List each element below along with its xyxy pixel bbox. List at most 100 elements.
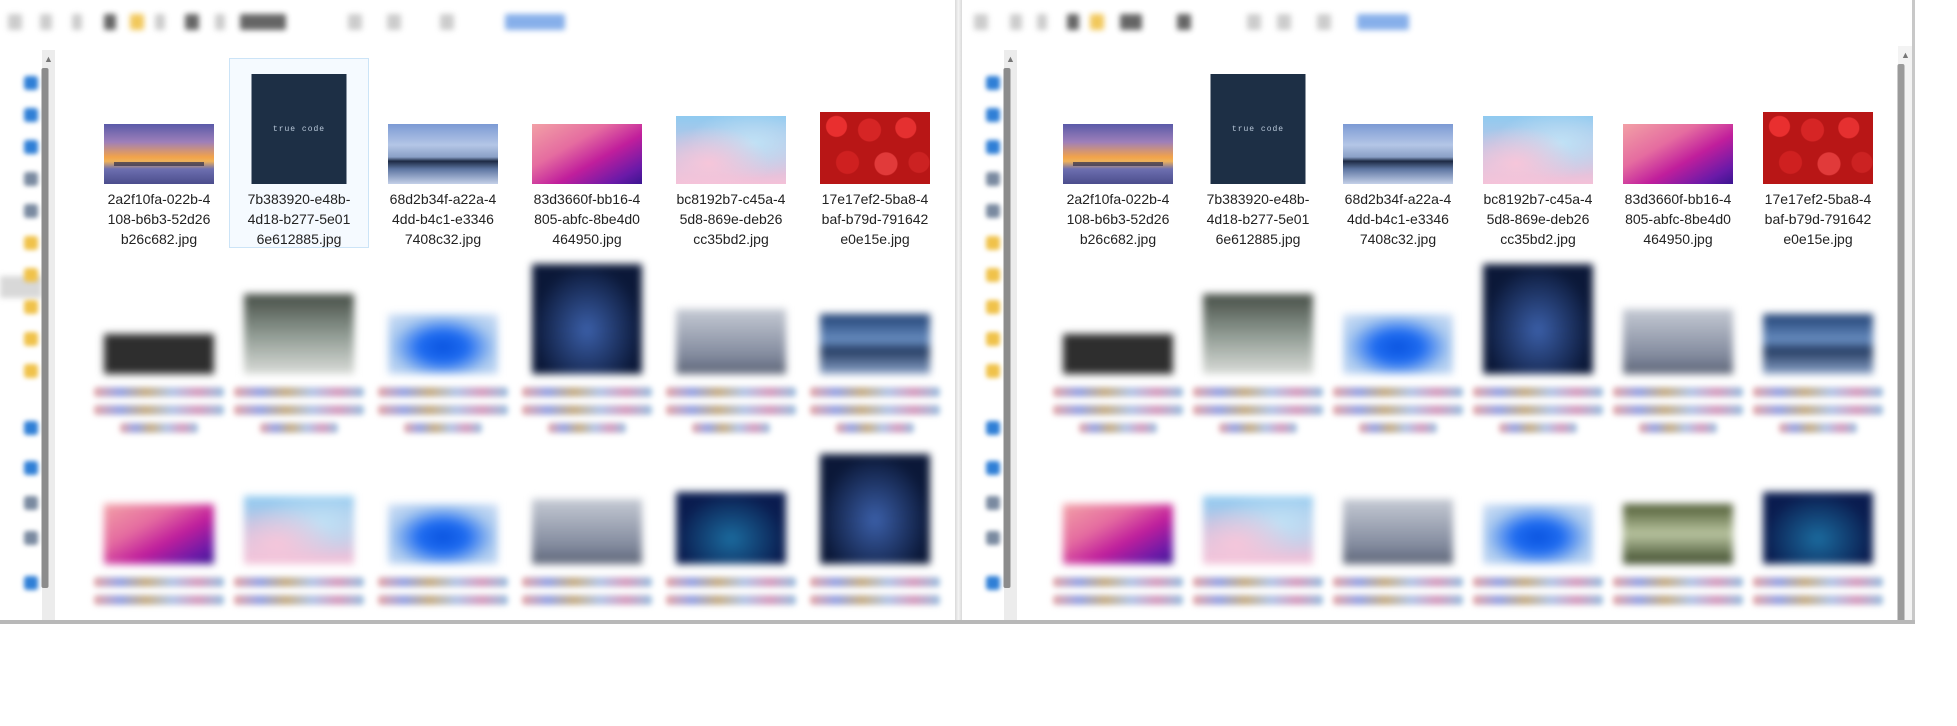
this-pc-icon[interactable] bbox=[986, 461, 1000, 475]
breadcrumb[interactable] bbox=[240, 14, 286, 30]
file-item[interactable]: 17e17ef2-5ba8-4 baf-b79d-791642 e0e15e.j… bbox=[1748, 58, 1888, 248]
desktop-icon[interactable] bbox=[24, 108, 38, 122]
refresh-icon[interactable] bbox=[1277, 14, 1291, 30]
documents-icon[interactable] bbox=[24, 172, 38, 186]
up-icon[interactable] bbox=[1037, 14, 1047, 30]
file-item-blurred[interactable] bbox=[373, 438, 513, 623]
download-icon[interactable] bbox=[24, 140, 38, 154]
breadcrumb[interactable] bbox=[1120, 14, 1142, 30]
toolbar-action-icon[interactable] bbox=[215, 14, 225, 30]
pictures-icon[interactable] bbox=[986, 204, 1000, 218]
folder-icon[interactable] bbox=[986, 332, 1000, 346]
file-item-blurred[interactable] bbox=[661, 248, 801, 438]
file-item-blurred[interactable] bbox=[1048, 248, 1188, 438]
forward-icon[interactable] bbox=[1010, 14, 1022, 30]
file-item-blurred[interactable] bbox=[89, 248, 229, 438]
drive-icon[interactable] bbox=[986, 531, 1000, 545]
file-item-blurred[interactable] bbox=[517, 248, 657, 438]
file-item-blurred[interactable] bbox=[805, 438, 945, 623]
star-icon[interactable] bbox=[986, 76, 1000, 90]
file-item-selected[interactable]: true code 7b383920-e48b- 4d18-b277-5e01 … bbox=[229, 58, 369, 248]
dropdown-icon[interactable] bbox=[1247, 14, 1261, 30]
file-item-blurred[interactable] bbox=[1188, 438, 1328, 623]
file-item-blurred[interactable] bbox=[1748, 248, 1888, 438]
file-item-blurred[interactable] bbox=[1468, 438, 1608, 623]
scroll-thumb[interactable] bbox=[1897, 64, 1905, 623]
file-item-blurred[interactable] bbox=[229, 248, 369, 438]
file-item[interactable]: 68d2b34f-a22a-4 4dd-b4c1-e3346 7408c32.j… bbox=[373, 58, 513, 248]
refresh-icon[interactable] bbox=[387, 14, 401, 30]
file-item-blurred[interactable] bbox=[661, 438, 801, 623]
file-item-blurred[interactable] bbox=[517, 438, 657, 623]
file-item-blurred[interactable] bbox=[1468, 248, 1608, 438]
star-icon[interactable] bbox=[24, 76, 38, 90]
folder-icon[interactable] bbox=[986, 364, 1000, 378]
drive-icon[interactable] bbox=[24, 531, 38, 545]
file-item-blurred[interactable] bbox=[1608, 438, 1748, 623]
file-item-blurred[interactable] bbox=[1328, 438, 1468, 623]
thumbnail bbox=[1623, 124, 1733, 184]
desktop-icon[interactable] bbox=[986, 108, 1000, 122]
file-item-blurred[interactable] bbox=[89, 438, 229, 623]
file-item-blurred[interactable] bbox=[1188, 248, 1328, 438]
file-item[interactable]: true code 7b383920-e48b- 4d18-b277-5e01 … bbox=[1188, 58, 1328, 248]
folder-icon[interactable] bbox=[24, 300, 38, 314]
forward-icon[interactable] bbox=[40, 14, 52, 30]
file-item[interactable]: 68d2b34f-a22a-4 4dd-b4c1-e3346 7408c32.j… bbox=[1328, 58, 1468, 248]
folder-icon[interactable] bbox=[986, 236, 1000, 250]
nav-scrollbar[interactable]: ▲ bbox=[1003, 50, 1017, 623]
documents-icon[interactable] bbox=[986, 172, 1000, 186]
file-item[interactable]: 83d3660f-bb16-4 805-abfc-8be4d0 464950.j… bbox=[517, 58, 657, 248]
scroll-thumb[interactable] bbox=[41, 68, 49, 588]
file-item-blurred[interactable] bbox=[229, 438, 369, 623]
onedrive-icon[interactable] bbox=[24, 421, 38, 435]
file-item-blurred[interactable] bbox=[373, 248, 513, 438]
network-icon[interactable] bbox=[24, 576, 38, 590]
folder-icon[interactable] bbox=[24, 268, 38, 282]
folder-icon[interactable] bbox=[24, 332, 38, 346]
file-item[interactable]: 17e17ef2-5ba8-4 baf-b79d-791642 e0e15e.j… bbox=[805, 58, 945, 248]
toolbar-action-icon[interactable] bbox=[1177, 14, 1191, 30]
file-item-blurred[interactable] bbox=[1048, 438, 1188, 623]
scroll-thumb[interactable] bbox=[1003, 68, 1011, 588]
file-item[interactable]: bc8192b7-c45a-4 5d8-869e-deb26 cc35bd2.j… bbox=[1468, 58, 1608, 248]
scroll-up-icon[interactable]: ▲ bbox=[1901, 50, 1910, 60]
this-pc-icon[interactable] bbox=[24, 461, 38, 475]
network-icon[interactable] bbox=[986, 576, 1000, 590]
toolbar-action-icon[interactable] bbox=[185, 14, 199, 30]
breadcrumb-chevron-icon[interactable] bbox=[155, 14, 165, 30]
thumbnail bbox=[1063, 124, 1173, 184]
file-name: 17e17ef2-5ba8-4 baf-b79d-791642 e0e15e.j… bbox=[821, 191, 929, 247]
folder-icon[interactable] bbox=[24, 236, 38, 250]
file-item[interactable]: 2a2f10fa-022b-4 108-b6b3-52d26 b26c682.j… bbox=[89, 58, 229, 248]
view-icon[interactable] bbox=[1067, 14, 1079, 30]
folder-icon[interactable] bbox=[24, 364, 38, 378]
file-item-blurred[interactable] bbox=[1748, 438, 1888, 623]
nav-scrollbar[interactable]: ▲ bbox=[41, 50, 55, 623]
content-scrollbar[interactable]: ▲ bbox=[1897, 46, 1912, 623]
folder-icon[interactable] bbox=[986, 268, 1000, 282]
search-input[interactable] bbox=[505, 14, 565, 30]
back-icon[interactable] bbox=[974, 14, 988, 30]
file-item[interactable]: 2a2f10fa-022b-4 108-b6b3-52d26 b26c682.j… bbox=[1048, 58, 1188, 248]
view-icon[interactable] bbox=[104, 14, 116, 30]
pictures-icon[interactable] bbox=[24, 204, 38, 218]
up-icon[interactable] bbox=[72, 14, 82, 30]
scroll-up-icon[interactable]: ▲ bbox=[1006, 54, 1015, 64]
scroll-up-icon[interactable]: ▲ bbox=[44, 54, 53, 64]
dropdown-icon[interactable] bbox=[348, 14, 362, 30]
search-input[interactable] bbox=[1357, 14, 1409, 30]
download-icon[interactable] bbox=[986, 140, 1000, 154]
onedrive-icon[interactable] bbox=[986, 421, 1000, 435]
file-item[interactable]: 83d3660f-bb16-4 805-abfc-8be4d0 464950.j… bbox=[1608, 58, 1748, 248]
folder-icon[interactable] bbox=[986, 300, 1000, 314]
back-icon[interactable] bbox=[8, 14, 22, 30]
search-icon[interactable] bbox=[440, 14, 454, 30]
search-icon[interactable] bbox=[1317, 14, 1331, 30]
drive-icon[interactable] bbox=[24, 496, 38, 510]
file-item[interactable]: bc8192b7-c45a-4 5d8-869e-deb26 cc35bd2.j… bbox=[661, 58, 801, 248]
file-item-blurred[interactable] bbox=[1608, 248, 1748, 438]
file-item-blurred[interactable] bbox=[1328, 248, 1468, 438]
drive-icon[interactable] bbox=[986, 496, 1000, 510]
file-item-blurred[interactable] bbox=[805, 248, 945, 438]
